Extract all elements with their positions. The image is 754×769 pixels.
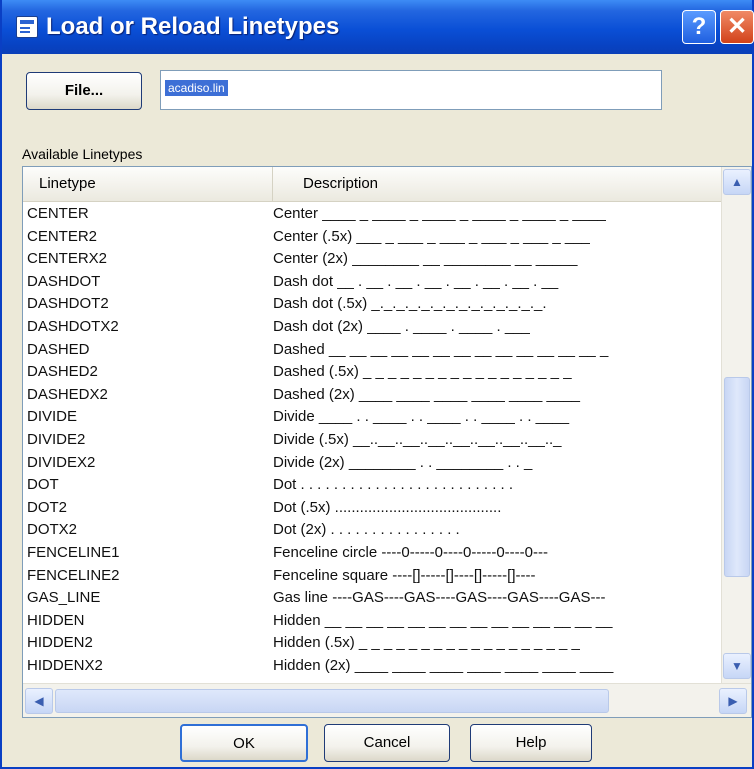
linetype-name: DASHDOT2 [27,295,109,313]
linetype-row[interactable]: DIVIDE Divide ____ . . ____ . . ____ . . … [23,406,721,428]
vertical-scroll-thumb[interactable] [724,377,750,577]
linetype-description: Center (.5x) ___ _ ___ _ ___ _ ___ _ ___… [273,227,590,245]
linetype-name: DASHED [27,340,90,358]
linetype-name: CENTERX2 [27,250,108,268]
linetype-row[interactable]: FENCELINE1 Fenceline circle ----0-----0--… [23,542,721,564]
linetype-description: Dot (.5x) ..............................… [273,498,502,516]
scroll-down-arrow-icon[interactable]: ▼ [723,653,751,679]
linetype-row[interactable]: DASHEDX2 Dashed (2x) ____ ____ ____ ____ … [23,384,721,406]
linetype-name: DASHDOT [27,272,101,290]
cancel-button[interactable]: Cancel [324,724,450,762]
linetype-description: Fenceline circle ----0-----0----0-----0-… [273,544,548,561]
linetype-description: Dot . . . . . . . . . . . . . . . . . . … [273,476,514,494]
linetype-name: DASHEDX2 [27,385,108,403]
scroll-right-arrow-icon[interactable]: ▶ [719,688,747,714]
linetype-name: DASHDOTX2 [27,318,119,335]
linetype-description: Divide ____ . . ____ . . ____ . . ____ .… [273,408,570,426]
linetype-description: Hidden (.5x) _ _ _ _ _ _ _ _ _ _ _ _ _ _… [273,634,580,652]
linetype-name: DOT2 [27,498,68,516]
linetype-row[interactable]: DOT Dot . . . . . . . . . . . . . . . . .… [23,474,721,496]
help-button[interactable]: Help [470,724,592,762]
linetype-row[interactable]: CENTER Center ____ _ ____ _ ____ _ ____ _… [23,203,721,225]
file-name-value: acadiso.lin [165,80,228,96]
linetype-row[interactable]: DIVIDE2 Divide (.5x) __..__..__..__..__..… [23,429,721,451]
linetype-name: GAS_LINE [27,589,101,607]
file-button[interactable]: File... [26,72,142,110]
help-title-button[interactable]: ? [682,10,716,44]
linetype-row[interactable]: FENCELINE2 Fenceline square ----[]-----[]… [23,565,721,587]
dialog-title: Load or Reload Linetypes [46,13,340,40]
column-header-description[interactable]: Description [273,167,721,201]
linetype-description: Divide (2x) ________ . . ________ . . _ [273,453,533,471]
linetype-name: HIDDEN [27,611,85,629]
close-button[interactable]: ✕ [720,10,754,44]
app-icon [16,16,38,38]
linetype-row[interactable]: HIDDEN Hidden __ __ __ __ __ __ __ __ __ … [23,610,721,632]
linetype-row[interactable]: HIDDEN2 Hidden (.5x) _ _ _ _ _ _ _ _ _ _ … [23,632,721,654]
linetype-row[interactable]: DOTX2 Dot (2x) . . . . . . . . . . . . . … [23,519,721,541]
horizontal-scrollbar[interactable]: ◀ ▶ [23,683,751,717]
linetype-row[interactable]: CENTERX2 Center (2x) ________ __ ________… [23,248,721,270]
linetype-row[interactable]: DASHED2 Dashed (.5x) _ _ _ _ _ _ _ _ _ _ … [23,361,721,383]
linetype-description: Dash dot (2x) ____ . ____ . ____ . ___ [273,318,530,335]
linetype-row[interactable]: DASHDOT2 Dash dot (.5x) _._._._._._._._._… [23,293,721,315]
linetype-description: Divide (.5x) __..__..__..__..__..__..__.… [273,431,562,448]
linetype-name: DIVIDE [27,408,78,426]
linetype-description: Dash dot __ . __ . __ . __ . __ . __ . _… [273,272,559,290]
linetype-name: DASHED2 [27,363,98,381]
linetype-name: FENCELINE2 [27,566,120,584]
linetype-description: Center ____ _ ____ _ ____ _ ____ _ ____ … [273,205,606,222]
linetype-description: Dot (2x) . . . . . . . . . . . . . . . . [273,521,460,539]
linetype-row[interactable]: DASHDOTX2 Dash dot (2x) ____ . ____ . ___… [23,316,721,338]
linetype-description: Dashed (.5x) _ _ _ _ _ _ _ _ _ _ _ _ _ _… [273,363,572,381]
linetype-row[interactable]: CENTER2 Center (.5x) ___ _ ___ _ ___ _ __… [23,226,721,248]
linetype-description: Dashed (2x) ____ ____ ____ ____ ____ ___… [273,385,580,403]
linetype-description: Dash dot (.5x) _._._._._._._._._._._._._… [273,295,547,313]
linetype-name: CENTER2 [27,227,98,245]
column-header-linetype[interactable]: Linetype [23,167,273,201]
list-header: Linetype Description [23,167,721,202]
linetype-row[interactable]: DOT2 Dot (.5x) ..........................… [23,497,721,519]
linetype-name: DIVIDE2 [27,431,86,448]
linetype-name: HIDDEN2 [27,634,93,652]
scroll-left-arrow-icon[interactable]: ◀ [25,688,53,714]
title-bar[interactable]: Load or Reload Linetypes ? ✕ [2,0,754,54]
available-linetypes-label: Available Linetypes [22,146,143,162]
ok-button[interactable]: OK [180,724,308,762]
linetype-description: Hidden (2x) ____ ____ ____ ____ ____ ___… [273,657,614,674]
load-linetypes-dialog: Load or Reload Linetypes ? ✕ File... aca… [0,0,754,769]
linetype-row[interactable]: DASHED Dashed __ __ __ __ __ __ __ __ __ … [23,339,721,361]
horizontal-scroll-thumb[interactable] [55,689,609,713]
linetype-name: DIVIDEX2 [27,453,96,471]
linetype-name: CENTER [27,205,89,222]
linetype-description: Fenceline square ----[]-----[]----[]----… [273,566,536,584]
linetype-name: DOT [27,476,59,494]
linetype-description: Gas line ----GAS----GAS----GAS----GAS---… [273,589,606,607]
linetype-row[interactable]: DIVIDEX2 Divide (2x) ________ . . _______… [23,452,721,474]
linetype-description: Center (2x) ________ __ ________ __ ____… [273,250,578,268]
linetype-row[interactable]: HIDDENX2 Hidden (2x) ____ ____ ____ ____ … [23,655,721,677]
scroll-up-arrow-icon[interactable]: ▲ [723,169,751,195]
linetype-description: Hidden __ __ __ __ __ __ __ __ __ __ __ … [273,611,613,629]
linetype-name: FENCELINE1 [27,544,120,561]
linetype-name: HIDDENX2 [27,657,103,674]
vertical-scrollbar[interactable]: ▲ ▼ [721,167,751,683]
linetype-description: Dashed __ __ __ __ __ __ __ __ __ __ __ … [273,340,609,358]
linetype-list[interactable]: Linetype Description CENTER Center ____ _… [22,166,752,718]
linetype-row[interactable]: GAS_LINE Gas line ----GAS----GAS----GAS--… [23,587,721,609]
file-name-field[interactable]: acadiso.lin [160,70,662,110]
linetype-row[interactable]: DASHDOT Dash dot __ . __ . __ . __ . __ .… [23,271,721,293]
linetype-name: DOTX2 [27,521,78,539]
